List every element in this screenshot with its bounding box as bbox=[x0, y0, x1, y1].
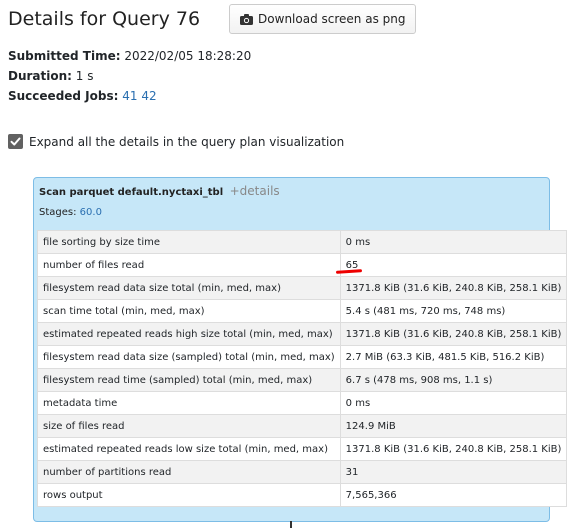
metric-value: 2.7 MiB (63.3 KiB, 481.5 KiB, 516.2 KiB) bbox=[339, 345, 568, 369]
metric-name: size of files read bbox=[37, 414, 341, 438]
table-row: estimated repeated reads high size total… bbox=[37, 322, 568, 346]
metric-name: number of partitions read bbox=[37, 460, 341, 484]
plan-edge-connector bbox=[290, 521, 292, 528]
table-row: filesystem read data size total (min, me… bbox=[37, 276, 568, 300]
stages-row: Stages: 60.0 bbox=[39, 207, 102, 218]
succeeded-jobs-label: Succeeded Jobs: bbox=[8, 89, 119, 103]
checkmark-icon bbox=[10, 137, 21, 146]
job-link-42[interactable]: 42 bbox=[141, 89, 156, 103]
table-row: filesystem read data size (sampled) tota… bbox=[37, 345, 568, 369]
node-title: Scan parquet default.nyctaxi_tbl bbox=[39, 187, 224, 198]
expand-details-row: Expand all the details in the query plan… bbox=[8, 134, 344, 149]
metric-name: rows output bbox=[37, 483, 341, 507]
submitted-time-value: 2022/02/05 18:28:20 bbox=[124, 49, 252, 63]
submitted-time-label: Submitted Time: bbox=[8, 49, 121, 63]
metrics-table: file sorting by size time 0 ms number of… bbox=[37, 230, 568, 507]
table-row: estimated repeated reads low size total … bbox=[37, 437, 568, 461]
metric-name: filesystem read time (sampled) total (mi… bbox=[37, 368, 341, 392]
metric-value: 0 ms bbox=[339, 391, 568, 415]
table-row: number of partitions read 31 bbox=[37, 460, 568, 484]
submitted-time-row: Submitted Time: 2022/02/05 18:28:20 bbox=[8, 46, 251, 66]
metric-value: 65 bbox=[339, 253, 568, 277]
metric-value: 124.9 MiB bbox=[339, 414, 568, 438]
query-summary: Submitted Time: 2022/02/05 18:28:20 Dura… bbox=[8, 46, 251, 106]
scan-parquet-node[interactable]: Scan parquet default.nyctaxi_tbl +detail… bbox=[33, 177, 568, 522]
download-screen-button[interactable]: Download screen as png bbox=[229, 4, 417, 34]
metric-name: filesystem read data size (sampled) tota… bbox=[37, 345, 341, 369]
metric-name: filesystem read data size total (min, me… bbox=[37, 276, 341, 300]
metric-name: file sorting by size time bbox=[37, 230, 341, 254]
stages-label: Stages: bbox=[39, 207, 77, 218]
duration-label: Duration: bbox=[8, 69, 72, 83]
download-button-label: Download screen as png bbox=[258, 12, 406, 26]
metric-name: scan time total (min, med, max) bbox=[37, 299, 341, 323]
duration-value: 1 s bbox=[75, 69, 94, 83]
metric-value: 1371.8 KiB (31.6 KiB, 240.8 KiB, 258.1 K… bbox=[339, 276, 568, 300]
details-toggle-link[interactable]: +details bbox=[230, 184, 280, 198]
metric-value: 1371.8 KiB (31.6 KiB, 240.8 KiB, 258.1 K… bbox=[339, 437, 568, 461]
page-header: Details for Query 76 Download screen as … bbox=[8, 4, 417, 34]
metric-value: 1371.8 KiB (31.6 KiB, 240.8 KiB, 258.1 K… bbox=[339, 322, 568, 346]
page-title: Details for Query 76 bbox=[8, 8, 201, 30]
metric-value: 31 bbox=[339, 460, 568, 484]
table-row: rows output 7,565,366 bbox=[37, 483, 568, 507]
table-row: size of files read 124.9 MiB bbox=[37, 414, 568, 438]
table-row: number of files read 65 bbox=[37, 253, 568, 277]
camera-icon bbox=[240, 13, 254, 25]
job-link-41[interactable]: 41 bbox=[122, 89, 137, 103]
table-row: metadata time 0 ms bbox=[37, 391, 568, 415]
metric-value: 0 ms bbox=[339, 230, 568, 254]
metric-name: estimated repeated reads low size total … bbox=[37, 437, 341, 461]
expand-details-label: Expand all the details in the query plan… bbox=[29, 134, 345, 149]
table-row: scan time total (min, med, max) 5.4 s (4… bbox=[37, 299, 568, 323]
table-row: filesystem read time (sampled) total (mi… bbox=[37, 368, 568, 392]
node-title-row: Scan parquet default.nyctaxi_tbl +detail… bbox=[39, 184, 280, 198]
stage-link[interactable]: 60.0 bbox=[80, 207, 102, 218]
table-row: file sorting by size time 0 ms bbox=[37, 230, 568, 254]
duration-row: Duration: 1 s bbox=[8, 66, 251, 86]
expand-details-checkbox[interactable] bbox=[8, 134, 23, 149]
succeeded-jobs-row: Succeeded Jobs: 41 42 bbox=[8, 86, 251, 106]
metric-value: 6.7 s (478 ms, 908 ms, 1.1 s) bbox=[339, 368, 568, 392]
metric-value: 7,565,366 bbox=[339, 483, 568, 507]
metric-name: metadata time bbox=[37, 391, 341, 415]
metric-name: estimated repeated reads high size total… bbox=[37, 322, 341, 346]
metric-value: 5.4 s (481 ms, 720 ms, 748 ms) bbox=[339, 299, 568, 323]
metric-name: number of files read bbox=[37, 253, 341, 277]
